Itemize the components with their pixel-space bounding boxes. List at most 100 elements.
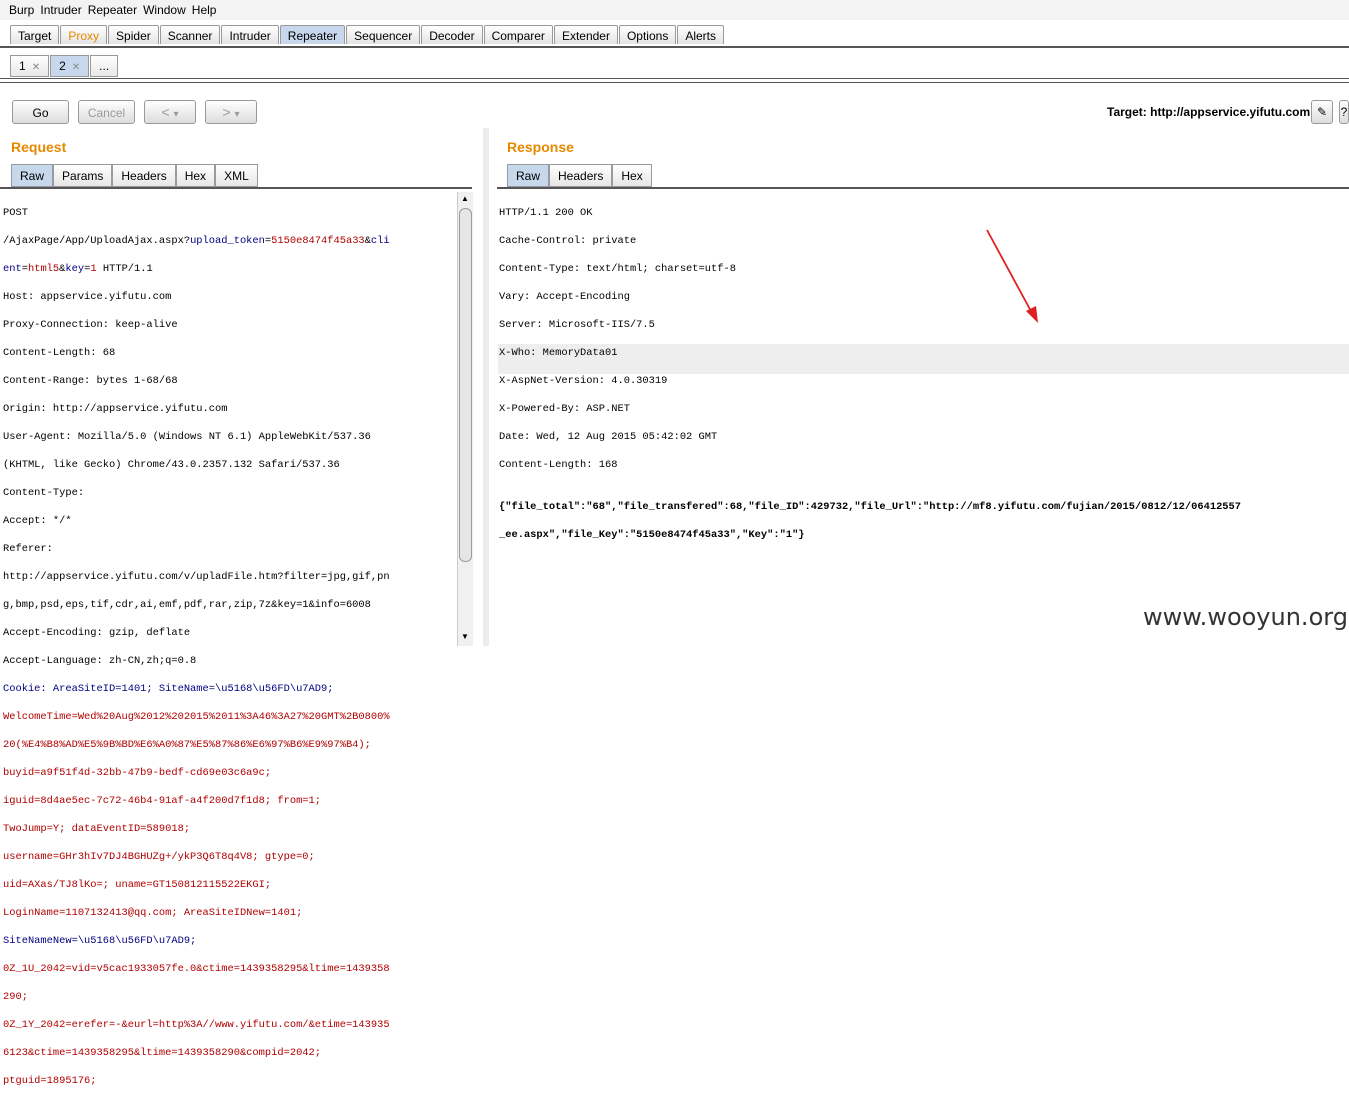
param-value: html5 bbox=[27, 263, 60, 275]
forward-arrow-icon: > bbox=[222, 104, 231, 120]
tab-headers[interactable]: Headers bbox=[112, 164, 176, 187]
subtab-1[interactable]: 1 ✕ bbox=[10, 55, 50, 77]
cancel-button[interactable]: Cancel bbox=[78, 100, 135, 124]
request-line: Accept-Encoding: gzip, deflate bbox=[3, 627, 191, 639]
response-tabs: Raw Headers Hex bbox=[507, 164, 652, 187]
tab-comparer[interactable]: Comparer bbox=[483, 25, 553, 44]
tab-scanner[interactable]: Scanner bbox=[159, 25, 221, 44]
request-line: Referer: bbox=[3, 543, 53, 555]
request-path: /AjaxPage/App/UploadAjax.aspx? bbox=[3, 235, 191, 247]
request-title: Request bbox=[11, 139, 67, 155]
close-icon[interactable]: ✕ bbox=[32, 62, 40, 73]
tab-xml[interactable]: XML bbox=[215, 164, 258, 187]
go-button[interactable]: Go bbox=[12, 100, 69, 124]
request-line: TwoJump=Y; dataEventID=589018; bbox=[3, 823, 191, 835]
tab-hex[interactable]: Hex bbox=[175, 164, 216, 187]
response-line: Server: Microsoft-IIS/7.5 bbox=[499, 319, 655, 331]
tab-raw[interactable]: Raw bbox=[11, 164, 54, 187]
request-line: Content-Type: bbox=[3, 487, 85, 499]
menu-intruder[interactable]: Intruder bbox=[40, 0, 81, 17]
tab-spider[interactable]: Spider bbox=[108, 25, 159, 44]
param-value: 5150e8474f45a33 bbox=[271, 235, 365, 247]
tab-headers[interactable]: Headers bbox=[549, 164, 613, 187]
response-body-line: _ee.aspx","file_Key":"5150e8474f45a33","… bbox=[499, 529, 805, 541]
subtab-label: 1 bbox=[19, 59, 26, 73]
request-line: ptguid=1895176; bbox=[3, 1075, 97, 1087]
forward-button[interactable]: > ▾ bbox=[205, 100, 257, 124]
request-line: /AjaxPage/App/UploadAjax.aspx?upload_tok… bbox=[3, 235, 390, 247]
menu-help[interactable]: Help bbox=[192, 0, 217, 17]
request-line: User-Agent: Mozilla/5.0 (Windows NT 6.1)… bbox=[3, 431, 371, 443]
subtab-2[interactable]: 2 ✕ bbox=[50, 55, 90, 77]
main-tabs: Target Proxy Spider Scanner Intruder Rep… bbox=[10, 25, 725, 47]
tab-repeater[interactable]: Repeater bbox=[279, 25, 346, 44]
request-editor[interactable]: POST /AjaxPage/App/UploadAjax.aspx?uploa… bbox=[3, 192, 390, 1102]
request-line: WelcomeTime=Wed%20Aug%2012%202015%2011%3… bbox=[3, 711, 390, 723]
repeater-subtabs: 1 ✕ 2 ✕ ... bbox=[10, 55, 119, 77]
response-line: X-Powered-By: ASP.NET bbox=[499, 403, 630, 415]
response-line: X-AspNet-Version: 4.0.30319 bbox=[499, 375, 668, 387]
tab-intruder[interactable]: Intruder bbox=[221, 25, 279, 44]
tab-target[interactable]: Target bbox=[10, 25, 60, 44]
request-line: SiteNameNew=\u5168\u56FD\u7AD9; bbox=[3, 935, 197, 947]
request-line: username=GHr3hIv7DJ4BGHUZg+/ykP3Q6T8q4V8… bbox=[3, 851, 315, 863]
pencil-icon: ✎ bbox=[1316, 105, 1328, 119]
chevron-down-icon: ▾ bbox=[234, 109, 240, 120]
tab-raw[interactable]: Raw bbox=[507, 164, 550, 187]
response-editor[interactable]: HTTP/1.1 200 OK Cache-Control: private C… bbox=[499, 192, 1241, 556]
request-line: 290; bbox=[3, 991, 28, 1003]
tab-extender[interactable]: Extender bbox=[553, 25, 618, 44]
response-line: X-Who: MemoryData01 bbox=[499, 347, 618, 359]
request-line: 20(%E4%B8%AD%E5%9B%BD%E6%A0%87%E5%87%86%… bbox=[3, 739, 371, 751]
subtab-divider bbox=[0, 78, 1349, 79]
help-button[interactable]: ? bbox=[1339, 100, 1349, 124]
request-scrollbar[interactable]: ▲ ▼ bbox=[457, 192, 473, 646]
request-line: Content-Range: bytes 1-68/68 bbox=[3, 375, 178, 387]
back-button[interactable]: < ▾ bbox=[144, 100, 196, 124]
request-line: Origin: http://appservice.yifutu.com bbox=[3, 403, 228, 415]
watermark: www.wooyun.org bbox=[1143, 603, 1348, 631]
chevron-down-icon: ▾ bbox=[173, 109, 179, 120]
request-line: iguid=8d4ae5ec-7c72-46b4-91af-a4f200d7f1… bbox=[3, 795, 322, 807]
request-line: uid=AXas/TJ8lKo=; uname=GT150812115522EK… bbox=[3, 879, 272, 891]
response-title: Response bbox=[507, 139, 574, 155]
scrollbar-thumb[interactable] bbox=[459, 208, 472, 562]
tab-params[interactable]: Params bbox=[53, 164, 113, 187]
annotation-arrow-icon bbox=[986, 229, 1038, 323]
param-name: upload_token bbox=[190, 235, 265, 247]
close-icon[interactable]: ✕ bbox=[72, 62, 80, 73]
param-name: key bbox=[65, 263, 85, 275]
edit-target-button[interactable]: ✎ bbox=[1311, 100, 1333, 124]
request-line: (KHTML, like Gecko) Chrome/43.0.2357.132… bbox=[3, 459, 340, 471]
subtab-new[interactable]: ... bbox=[90, 55, 119, 77]
request-line: Content-Length: 68 bbox=[3, 347, 116, 359]
menu-burp[interactable]: Burp bbox=[9, 0, 34, 17]
response-line: Content-Type: text/html; charset=utf-8 bbox=[499, 263, 736, 275]
request-line: Proxy-Connection: keep-alive bbox=[3, 319, 178, 331]
request-line: http://appservice.yifutu.com/v/upladFile… bbox=[3, 571, 390, 583]
subtab-label: 2 bbox=[59, 59, 66, 73]
split-divider[interactable] bbox=[483, 128, 489, 646]
tab-hex[interactable]: Hex bbox=[612, 164, 652, 187]
menu-window[interactable]: Window bbox=[143, 0, 186, 17]
request-tab-divider bbox=[0, 187, 472, 189]
tab-alerts[interactable]: Alerts bbox=[677, 25, 725, 44]
menu-repeater[interactable]: Repeater bbox=[88, 0, 137, 17]
tab-options[interactable]: Options bbox=[618, 25, 677, 44]
request-line: Accept: */* bbox=[3, 515, 72, 527]
request-line: POST bbox=[3, 207, 28, 219]
tab-sequencer[interactable]: Sequencer bbox=[346, 25, 421, 44]
param-name: ent bbox=[3, 263, 22, 275]
scroll-down-icon[interactable]: ▼ bbox=[461, 632, 469, 641]
tab-decoder[interactable]: Decoder bbox=[421, 25, 483, 44]
request-line: ent=html5&key=1 HTTP/1.1 bbox=[3, 263, 153, 275]
subtab-divider-2 bbox=[0, 82, 1349, 83]
scroll-up-icon[interactable]: ▲ bbox=[461, 194, 469, 203]
request-line: g,bmp,psd,eps,tif,cdr,ai,emf,pdf,rar,zip… bbox=[3, 599, 371, 611]
response-line: HTTP/1.1 200 OK bbox=[499, 207, 593, 219]
tab-proxy[interactable]: Proxy bbox=[60, 25, 108, 44]
menu-bar: Burp Intruder Repeater Window Help bbox=[0, 0, 1349, 20]
request-line: 0Z_1Y_2042=erefer=-&eurl=http%3A//www.yi… bbox=[3, 1019, 390, 1031]
request-line: 0Z_1U_2042=vid=v5cac1933057fe.0&ctime=14… bbox=[3, 963, 390, 975]
response-line: Vary: Accept-Encoding bbox=[499, 291, 630, 303]
